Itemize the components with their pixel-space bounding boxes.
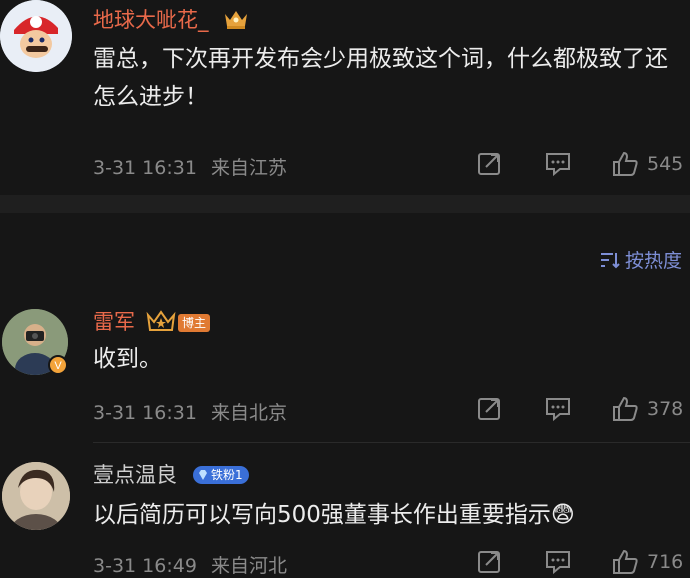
sort-button[interactable]: 按热度 [599,246,682,273]
comment-meta: 3-31 16:31 来自江苏 [93,153,287,180]
verified-icon: V [48,355,68,379]
reply-button[interactable] [544,151,572,177]
fan-badge: 铁粉1 [193,466,249,484]
comment-item: V 雷军 博主 收到。 3-31 16:31 来自北京 378 [0,305,690,440]
share-button[interactable] [477,151,503,177]
comment-meta: 3-31 16:49 来自河北 [93,551,287,578]
comment-icon [546,153,570,177]
thumbs-up-icon [613,151,638,176]
comment-text: 以后简历可以写向500强董事长作出重要指示😨 [93,502,575,528]
thumbs-up-icon [613,396,638,421]
comment-date: 3-31 16:31 [93,157,197,179]
thumbs-up-icon [613,549,638,574]
svg-text:V: V [54,360,62,372]
username[interactable]: 壹点温良 [93,462,177,488]
like-count: 716 [647,551,684,573]
fan-badge-label: 铁粉1 [211,468,243,482]
diamond-icon [197,469,209,485]
share-button[interactable] [477,549,503,575]
sort-label: 按热度 [624,250,682,272]
comment-text: 收到。 [93,346,162,372]
share-icon [478,398,500,420]
reply-button[interactable] [544,549,572,575]
share-icon [478,153,500,175]
avatar[interactable] [0,0,72,72]
crown-icon [223,8,249,34]
share-button[interactable] [477,396,503,422]
comment-meta: 3-31 16:31 来自北京 [93,398,287,425]
comment-text: 雷总，下次再开发布会少用极致这个词，什么都极致了还怎么进步！ [93,46,668,110]
comment-item: 地球大呲花_ 雷总，下次再开发布会少用极致这个词，什么都极致了还怎么进步！ 3-… [0,0,690,195]
share-icon [478,551,500,573]
avatar[interactable] [2,462,70,530]
mario-avatar-icon [0,0,72,72]
sort-icon [600,252,620,268]
like-count: 378 [647,398,684,420]
like-button[interactable]: 378 [611,395,683,423]
reply-button[interactable] [544,396,572,422]
like-count: 545 [647,153,684,175]
comment-location: 来自北京 [210,402,287,424]
person-avatar-icon [2,462,70,530]
like-button[interactable]: 716 [611,548,683,576]
blogger-badge: 博主 [178,314,211,332]
like-button[interactable]: 545 [611,150,683,178]
comment-location: 来自江苏 [210,157,287,179]
comment-date: 3-31 16:31 [93,402,197,424]
crown-star-icon [146,309,176,337]
comment-icon [546,398,570,422]
username[interactable]: 雷军 [93,309,135,335]
username[interactable]: 地球大呲花_ [93,7,209,33]
comment-date: 3-31 16:49 [93,555,197,577]
comment-divider [93,442,690,443]
comment-location: 来自河北 [210,555,287,577]
section-divider [0,195,690,213]
comment-icon [546,551,570,575]
comment-item: 壹点温良 铁粉1 以后简历可以写向500强董事长作出重要指示😨 3-31 16:… [0,458,690,577]
